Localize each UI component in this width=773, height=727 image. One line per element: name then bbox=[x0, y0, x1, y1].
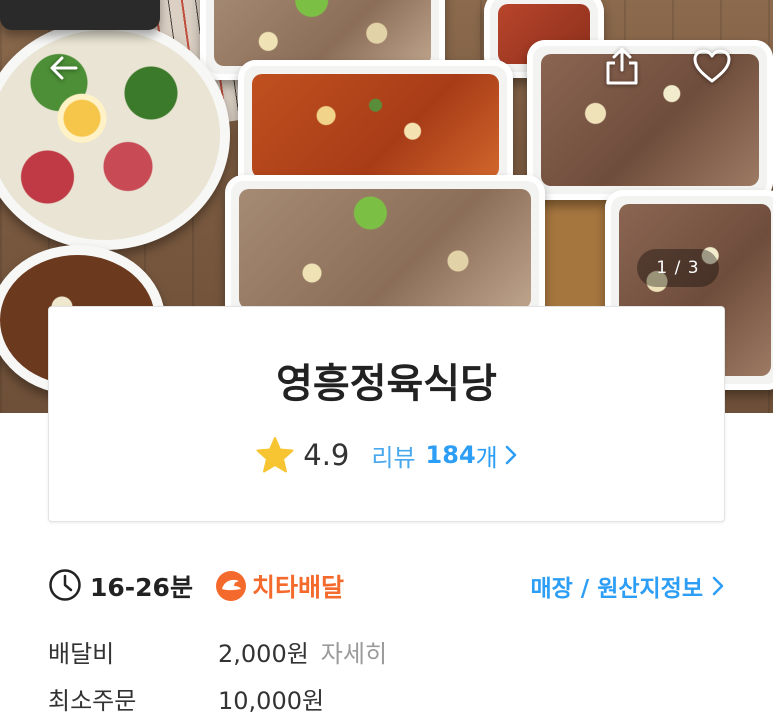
heart-icon[interactable] bbox=[690, 44, 734, 88]
food-tray bbox=[527, 40, 773, 200]
food-container bbox=[0, 0, 160, 30]
cheetah-logo-icon bbox=[216, 571, 246, 601]
chevron-right-icon bbox=[505, 445, 516, 465]
food-tray bbox=[225, 175, 545, 323]
review-label: 리뷰 bbox=[371, 443, 416, 472]
star-icon bbox=[256, 437, 294, 473]
store-origin-info-link[interactable]: 매장 / 원산지정보 bbox=[530, 569, 725, 603]
review-count: 184 bbox=[425, 441, 476, 469]
share-icon[interactable] bbox=[600, 44, 644, 88]
store-info-card: 영흥정육식당 4.9 리뷰 184 개 bbox=[48, 306, 725, 522]
delivery-fee-value: 2,000원 bbox=[218, 640, 309, 668]
cheetah-delivery-label: 치타배달 bbox=[252, 573, 345, 602]
delivery-fee-value-wrap: 2,000원 자세히 bbox=[218, 634, 387, 669]
delivery-fee-label: 배달비 bbox=[48, 640, 115, 668]
delivery-fee-row: 배달비 2,000원 자세히 bbox=[48, 634, 725, 668]
review-unit: 개 bbox=[475, 443, 498, 472]
cheetah-delivery-badge[interactable]: 치타배달 bbox=[214, 568, 344, 604]
review-link[interactable]: 리뷰 184 개 bbox=[371, 438, 517, 473]
delivery-time: 16-26분 bbox=[90, 573, 193, 602]
back-arrow-icon[interactable] bbox=[42, 46, 86, 90]
delivery-fee-detail-link[interactable]: 자세히 bbox=[321, 640, 387, 668]
chevron-right-icon bbox=[712, 576, 724, 596]
store-origin-info-label: 매장 / 원산지정보 bbox=[530, 576, 703, 602]
min-order-row: 최소주문 10,000원 bbox=[48, 681, 725, 715]
min-order-label: 최소주문 bbox=[48, 687, 137, 715]
clock-icon bbox=[49, 569, 81, 601]
store-name: 영흥정육식당 bbox=[276, 361, 497, 407]
rating-score: 4.9 bbox=[303, 438, 350, 472]
min-order-value: 10,000원 bbox=[218, 687, 325, 715]
food-tray bbox=[238, 60, 513, 192]
photo-pager-indicator: 1 / 3 bbox=[637, 249, 719, 287]
delivery-info-row: 16-26분 치타배달 매장 / 원산지정보 bbox=[48, 566, 725, 606]
rating-row: 4.9 리뷰 184 개 bbox=[49, 435, 724, 475]
